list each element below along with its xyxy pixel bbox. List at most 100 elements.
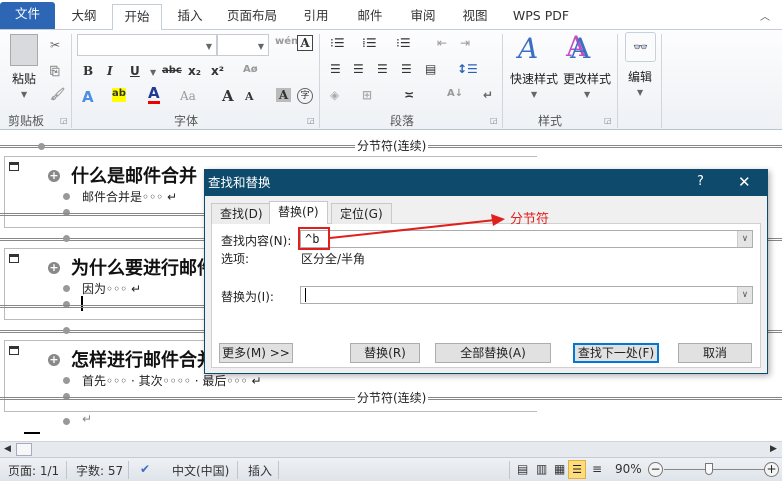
zoom-in-icon[interactable]: + xyxy=(764,462,779,477)
multilevel-list-icon[interactable]: ⁝☰ xyxy=(396,36,411,50)
help-button[interactable]: ? xyxy=(697,174,704,189)
tab-review[interactable]: 审阅 xyxy=(403,4,443,30)
replace-all-button[interactable]: 全部替换(A) xyxy=(435,343,551,363)
align-right-icon[interactable]: ☰ xyxy=(377,62,388,76)
clear-format-icon[interactable]: Aø xyxy=(243,64,258,75)
body-text[interactable]: 首先◦◦◦ · 其次◦◦◦◦ · 最后◦◦◦ ↵ xyxy=(82,372,262,389)
expand-plus-icon[interactable]: + xyxy=(48,262,60,274)
scroll-left-icon[interactable]: ◀ xyxy=(4,444,11,454)
distributed-icon[interactable]: ▤ xyxy=(425,62,436,76)
show-marks-icon[interactable]: ↵ xyxy=(483,88,493,102)
decrease-indent-icon[interactable]: ⇤ xyxy=(437,36,447,50)
zoom-slider[interactable] xyxy=(664,469,764,470)
dialog-launcher-icon[interactable]: ◲ xyxy=(307,116,315,125)
replace-with-input[interactable]: ∨ xyxy=(300,286,753,304)
paste-icon[interactable] xyxy=(10,34,38,66)
asian-layout-icon[interactable]: ≍ xyxy=(404,88,414,102)
dialog-launcher-icon[interactable]: ◲ xyxy=(604,116,612,125)
draft-view-icon[interactable]: ≡ xyxy=(592,462,602,476)
text-effect-icon[interactable]: A xyxy=(82,88,94,106)
zoom-out-icon[interactable]: − xyxy=(648,462,663,477)
change-styles-icon[interactable]: A xyxy=(570,32,590,65)
strikethrough-button[interactable]: abc xyxy=(162,65,182,76)
change-styles-button[interactable]: 更改样式 xyxy=(563,70,611,87)
proofing-icon[interactable]: ✔ xyxy=(140,462,150,476)
heading-1[interactable]: 怎样进行邮件合并 xyxy=(71,346,215,372)
font-name-combo[interactable]: ▼ xyxy=(77,34,217,56)
tab-outline[interactable]: 大纲 xyxy=(62,4,106,30)
insert-mode[interactable]: 插入 xyxy=(248,462,272,479)
tab-mailings[interactable]: 邮件 xyxy=(350,4,390,30)
web-layout-icon[interactable]: ▦ xyxy=(554,462,565,476)
align-left-icon[interactable]: ☰ xyxy=(330,62,341,76)
chevron-down-icon[interactable]: ∨ xyxy=(737,231,752,247)
replace-button[interactable]: 替换(R) xyxy=(350,343,420,363)
borders-icon[interactable]: ⊞ xyxy=(362,88,372,102)
find-next-button[interactable]: 查找下一处(F) xyxy=(573,343,659,363)
justify-icon[interactable]: ☰ xyxy=(401,62,412,76)
tab-wps-pdf[interactable]: WPS PDF xyxy=(508,4,574,30)
bullets-icon[interactable]: ⁝☰ xyxy=(330,36,345,50)
tab-insert[interactable]: 插入 xyxy=(168,4,212,30)
scrollbar-thumb[interactable] xyxy=(16,443,32,456)
font-color-icon[interactable]: A xyxy=(148,86,160,104)
change-case-icon[interactable]: Aa xyxy=(180,89,196,103)
highlight-icon[interactable]: ab xyxy=(112,88,126,102)
body-text[interactable]: 邮件合并是◦◦◦ ↵ xyxy=(82,188,177,205)
grow-font-icon[interactable]: A xyxy=(222,87,234,105)
page-count[interactable]: 页面: 1/1 xyxy=(8,462,59,479)
more-button[interactable]: 更多(M) >> xyxy=(219,343,293,363)
tab-references[interactable]: 引用 xyxy=(296,4,336,30)
chevron-down-icon[interactable]: ∨ xyxy=(737,287,752,303)
quick-styles-button[interactable]: 快速样式 xyxy=(510,70,558,87)
font-size-combo[interactable]: ▼ xyxy=(217,34,269,56)
dialog-title-bar[interactable]: 查找和替换 xyxy=(205,170,767,196)
superscript-button[interactable]: x² xyxy=(211,64,224,78)
tab-file[interactable]: 文件 xyxy=(0,2,55,29)
print-layout-icon[interactable]: ▤ xyxy=(517,462,528,476)
outline-view-icon[interactable]: ☰ xyxy=(568,460,586,479)
line-spacing-icon[interactable]: ↕☰ xyxy=(457,62,478,76)
dialog-launcher-icon[interactable]: ◲ xyxy=(60,116,68,125)
phonetic-guide-icon[interactable]: wén xyxy=(275,36,298,47)
collapse-ribbon-icon[interactable]: ︿ xyxy=(760,8,770,23)
expand-plus-icon[interactable]: + xyxy=(48,170,60,182)
numbering-icon[interactable]: ⁞☰ xyxy=(362,36,377,50)
increase-indent-icon[interactable]: ⇥ xyxy=(460,36,470,50)
tab-find[interactable]: 查找(D) xyxy=(211,203,272,224)
tab-home[interactable]: 开始 xyxy=(112,4,162,31)
enclose-char-icon[interactable]: 字 xyxy=(297,88,313,104)
paste-button[interactable]: 粘贴 xyxy=(12,70,36,87)
subscript-button[interactable]: x₂ xyxy=(188,64,201,78)
tab-page-layout[interactable]: 页面布局 xyxy=(222,4,282,30)
paste-dropdown-icon[interactable]: ▼ xyxy=(21,90,27,99)
language[interactable]: 中文(中国) xyxy=(172,462,229,479)
underline-button[interactable]: U xyxy=(130,64,140,78)
dialog-launcher-icon[interactable]: ◲ xyxy=(490,116,498,125)
shrink-font-icon[interactable]: A xyxy=(245,90,254,103)
copy-icon[interactable]: ⎘ xyxy=(50,64,60,79)
char-border-icon[interactable]: A xyxy=(297,35,313,51)
heading-1[interactable]: 什么是邮件合并 xyxy=(71,162,197,188)
format-painter-icon[interactable]: 🖌 xyxy=(50,87,65,101)
body-text[interactable]: 因为◦◦◦ ↵ xyxy=(82,280,141,297)
close-button[interactable]: ✕ xyxy=(738,173,751,191)
bold-button[interactable]: B xyxy=(83,64,93,78)
reading-view-icon[interactable]: ▥ xyxy=(536,462,547,476)
align-center-icon[interactable]: ☰ xyxy=(353,62,364,76)
cancel-button[interactable]: 取消 xyxy=(678,343,752,363)
cut-icon[interactable]: ✂ xyxy=(50,38,60,52)
scroll-right-icon[interactable]: ▶ xyxy=(770,444,777,454)
horizontal-scrollbar[interactable]: ◀ ▶ xyxy=(0,441,782,457)
find-binoculars-icon[interactable]: 👓 xyxy=(625,32,656,62)
tab-view[interactable]: 视图 xyxy=(455,4,495,30)
italic-button[interactable]: I xyxy=(107,64,113,78)
expand-plus-icon[interactable]: + xyxy=(48,354,60,366)
sort-icon[interactable]: A↓ xyxy=(447,88,463,99)
word-count[interactable]: 字数: 57 xyxy=(76,462,123,479)
editing-button[interactable]: 编辑 xyxy=(628,68,652,85)
zoom-slider-thumb[interactable] xyxy=(705,463,713,475)
quick-styles-icon[interactable]: A xyxy=(518,32,538,65)
zoom-level[interactable]: 90% xyxy=(615,462,642,476)
char-shading-icon[interactable]: A xyxy=(276,88,291,102)
